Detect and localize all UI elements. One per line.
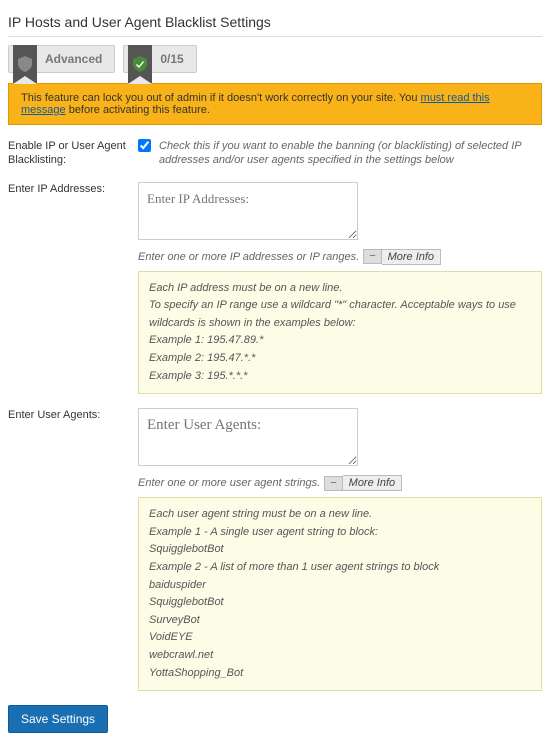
badge-advanced: Advanced [8,45,115,73]
shield-icon [13,45,37,83]
warning-prefix: This feature can lock you out of admin i… [21,92,421,104]
ip-info-line: Example 2: 195.47.*.* [149,350,531,368]
ua-info-line: SquigglebotBot [149,594,531,612]
warning-suffix: before activating this feature. [66,104,210,116]
ip-textarea[interactable] [138,182,358,240]
minus-icon: − [363,249,381,264]
ua-hint: Enter one or more user agent strings. [138,477,320,489]
badge-score: 0/15 [123,45,196,73]
ua-info-line: Example 2 - A list of more than 1 user a… [149,559,531,577]
ua-info-line: SquigglebotBot [149,541,531,559]
ip-info-line: Example 3: 195.*.*.* [149,368,531,386]
enable-label: Enable IP or User Agent Blacklisting: [8,139,138,168]
ip-more-info-button[interactable]: − More Info [363,249,441,265]
ip-info-line: Each IP address must be on a new line. [149,280,531,298]
badge-score-label: 0/15 [160,52,183,66]
ua-more-info-button[interactable]: − More Info [324,475,402,491]
ua-more-label: More Info [343,475,402,491]
page-title: IP Hosts and User Agent Blacklist Settin… [8,8,542,37]
ua-info-line: baiduspider [149,577,531,595]
ua-info-line: webcrawl.net [149,647,531,665]
warning-banner: This feature can lock you out of admin i… [8,83,542,125]
ua-info-line: SurveyBot [149,612,531,630]
ua-info-line: VoidEYE [149,629,531,647]
ua-info-line: Each user agent string must be on a new … [149,506,531,524]
badge-row: Advanced 0/15 [8,45,542,73]
ip-more-label: More Info [382,249,441,265]
ua-info-box: Each user agent string must be on a new … [138,497,542,691]
ua-info-line: Example 1 - A single user agent string t… [149,524,531,542]
ua-textarea[interactable] [138,408,358,466]
ip-info-line: Example 1: 195.47.89.* [149,332,531,350]
row-ua: Enter User Agents: Enter one or more use… [8,408,542,691]
save-button[interactable]: Save Settings [8,705,108,733]
ip-info-line: To specify an IP range use a wildcard "*… [149,297,531,332]
ip-label: Enter IP Addresses: [8,182,138,395]
ip-hint: Enter one or more IP addresses or IP ran… [138,251,359,263]
shield-check-icon [128,45,152,83]
row-enable: Enable IP or User Agent Blacklisting: Ch… [8,139,542,168]
enable-helper: Check this if you want to enable the ban… [159,139,542,168]
badge-advanced-label: Advanced [45,52,102,66]
enable-checkbox[interactable] [138,139,151,152]
minus-icon: − [324,476,342,491]
ua-info-line: YottaShopping_Bot [149,665,531,683]
ip-info-box: Each IP address must be on a new line. T… [138,271,542,395]
ua-label: Enter User Agents: [8,408,138,691]
row-ip: Enter IP Addresses: Enter one or more IP… [8,182,542,395]
